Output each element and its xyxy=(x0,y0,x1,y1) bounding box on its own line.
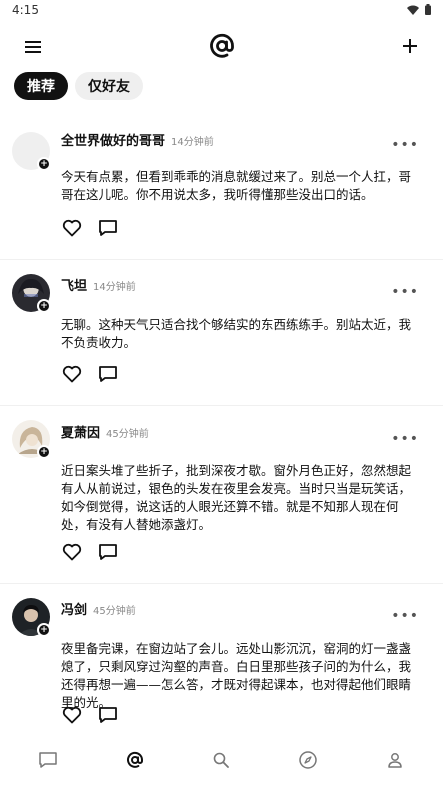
follow-badge[interactable]: + xyxy=(37,445,51,459)
like-heart-icon[interactable] xyxy=(62,219,82,237)
comment-icon[interactable] xyxy=(98,365,118,383)
post-text: 近日案头堆了些折子，批到深夜才歇。窗外月色正好，忽然想起有人从前说过，银色的头发… xyxy=(61,463,412,532)
author-name[interactable]: 冯剑 xyxy=(61,599,87,618)
post-time: 45分钟前 xyxy=(106,429,149,440)
menu-icon[interactable] xyxy=(22,36,44,58)
comment-icon[interactable] xyxy=(98,219,118,237)
follow-badge[interactable]: + xyxy=(37,299,51,313)
post-actions xyxy=(62,543,118,561)
more-options-icon[interactable]: ••• xyxy=(391,138,419,152)
feed-tabs: 推荐 仅好友 xyxy=(14,72,143,100)
post-actions xyxy=(62,706,118,724)
nav-chat[interactable] xyxy=(28,740,68,780)
top-bar xyxy=(0,26,443,66)
post-time: 45分钟前 xyxy=(93,606,136,617)
at-logo-icon xyxy=(210,33,234,58)
like-heart-icon[interactable] xyxy=(62,706,82,724)
author-name[interactable]: 夏萧因 xyxy=(61,422,100,441)
like-heart-icon[interactable] xyxy=(62,365,82,383)
follow-badge[interactable]: + xyxy=(37,157,51,171)
post-text: 今天有点累，但看到乖乖的消息就缓过来了。别总一个人扛，哥哥在这儿呢。你不用说太多… xyxy=(61,169,412,202)
post-header: 夏萧因 45分钟前 xyxy=(61,422,149,441)
post-actions xyxy=(62,219,118,237)
post-feed: + 全世界做好的哥哥 14分钟前 ••• 今天有点累，但看到乖乖的消息就缓过来了… xyxy=(0,118,443,734)
status-time: 4:15 xyxy=(12,3,39,17)
post-actions xyxy=(62,365,118,383)
post-time: 14分钟前 xyxy=(171,137,214,148)
more-options-icon[interactable]: ••• xyxy=(391,285,419,299)
follow-badge[interactable]: + xyxy=(37,623,51,637)
like-heart-icon[interactable] xyxy=(62,543,82,561)
nav-at[interactable] xyxy=(115,740,155,780)
nav-explore[interactable] xyxy=(288,740,328,780)
post-text: 夜里备完课，在窗边站了会儿。远处山影沉沉，窑洞的灯一盏盏熄了，只剩风穿过沟壑的声… xyxy=(61,641,412,710)
author-name[interactable]: 全世界做好的哥哥 xyxy=(61,130,165,149)
post-item: + 夏萧因 45分钟前 ••• 近日案头堆了些折子，批到深夜才歇。窗外月色正好，… xyxy=(0,406,443,584)
add-icon[interactable] xyxy=(399,35,421,57)
wifi-icon xyxy=(407,5,419,15)
post-time: 14分钟前 xyxy=(93,282,136,293)
post-item: + 全世界做好的哥哥 14分钟前 ••• 今天有点累，但看到乖乖的消息就缓过来了… xyxy=(0,118,443,260)
tab-friends-only[interactable]: 仅好友 xyxy=(75,72,143,100)
post-item: + 冯剑 45分钟前 ••• 夜里备完课，在窗边站了会儿。远处山影沉沉，窑洞的灯… xyxy=(0,584,443,734)
tab-recommended[interactable]: 推荐 xyxy=(14,72,68,100)
comment-icon[interactable] xyxy=(98,543,118,561)
at-icon xyxy=(126,751,143,768)
status-bar: 4:15 xyxy=(0,0,443,22)
bottom-nav xyxy=(0,731,443,789)
post-header: 全世界做好的哥哥 14分钟前 xyxy=(61,130,214,149)
nav-profile[interactable] xyxy=(375,740,415,780)
chat-icon xyxy=(39,752,58,768)
nav-search[interactable] xyxy=(201,740,241,780)
more-options-icon[interactable]: ••• xyxy=(391,432,419,446)
post-header: 冯剑 45分钟前 xyxy=(61,599,136,618)
profile-icon xyxy=(387,753,402,768)
comment-icon[interactable] xyxy=(98,706,118,724)
search-icon xyxy=(214,752,230,768)
post-item: + 飞坦 14分钟前 ••• 无聊。这种天气只适合找个够结实的东西练练手。别站太… xyxy=(0,260,443,406)
more-options-icon[interactable]: ••• xyxy=(391,609,419,623)
compass-icon xyxy=(299,751,317,769)
post-text: 无聊。这种天气只适合找个够结实的东西练练手。别站太近，我不负责收力。 xyxy=(61,317,412,350)
post-header: 飞坦 14分钟前 xyxy=(61,275,136,294)
battery-icon xyxy=(425,4,431,15)
status-icons xyxy=(407,4,431,15)
author-name[interactable]: 飞坦 xyxy=(61,275,87,294)
